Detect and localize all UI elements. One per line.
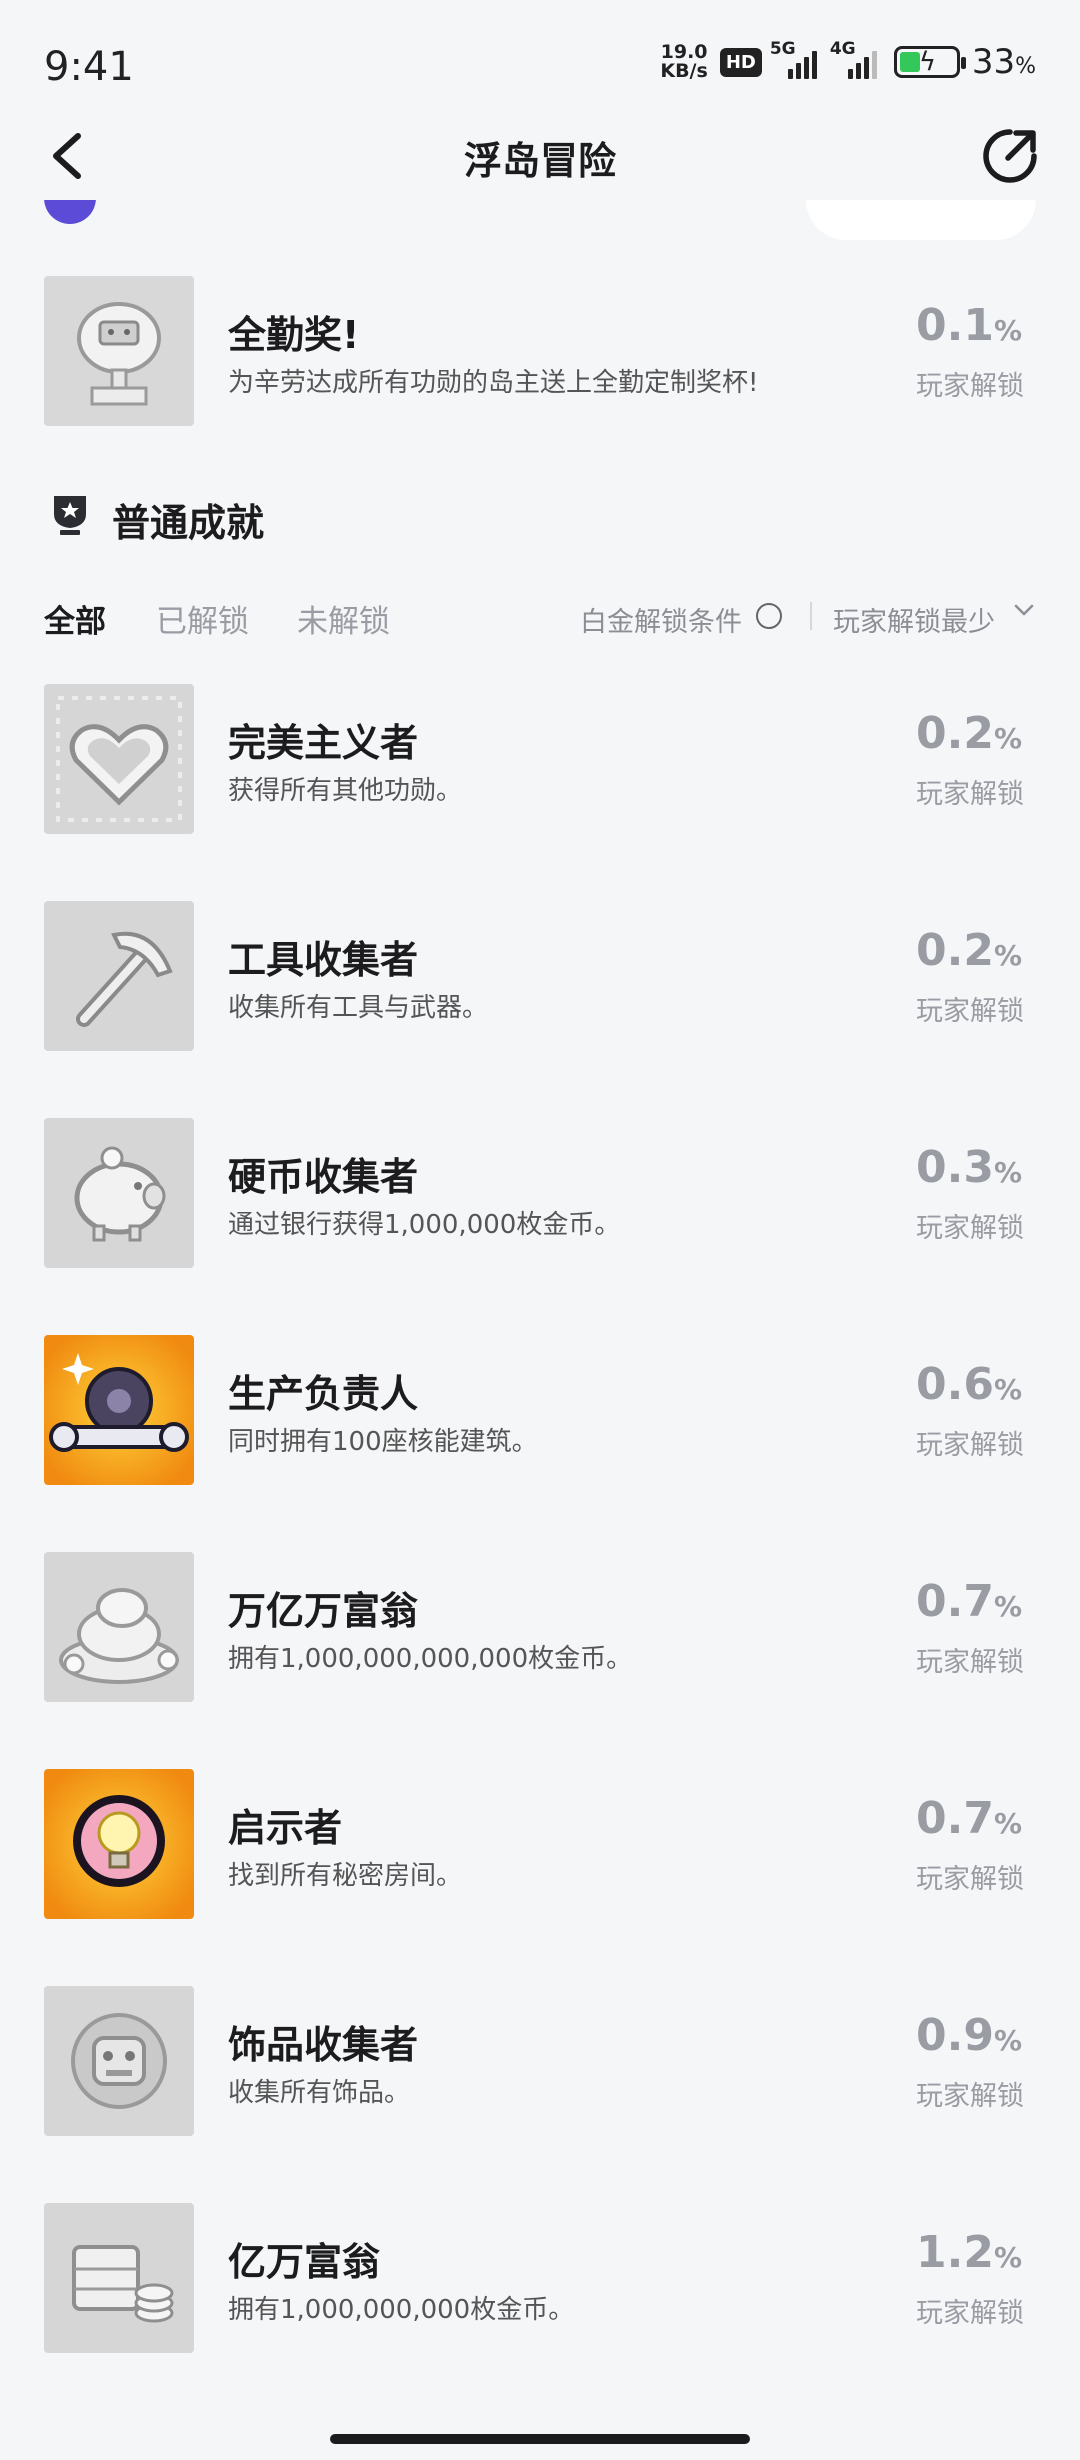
achievement-row[interactable]: 亿万富翁 拥有1,000,000,000枚金币。 1.2% 玩家解锁 <box>0 2203 1080 2353</box>
unlock-label: 玩家解锁 <box>916 996 1024 1027</box>
gear-wrench-icon <box>44 1335 194 1485</box>
unlock-percent: 0.2% <box>915 708 1022 759</box>
platinum-condition-radio[interactable] <box>756 603 782 629</box>
coin-pile-icon <box>44 1552 194 1702</box>
pickaxe-icon <box>44 901 194 1051</box>
trophy-icon <box>54 496 86 535</box>
page-title: 浮岛冒险 <box>463 139 616 183</box>
chevron-down-icon[interactable] <box>1012 598 1036 622</box>
unlock-percent: 0.1% <box>915 300 1022 351</box>
signal-5g-icon: 5G <box>770 39 822 79</box>
filter-bar: 全部 已解锁 未解锁 白金解锁条件 玩家解锁最少 <box>0 590 1080 642</box>
achievement-desc: 收集所有工具与武器。 <box>228 993 489 1023</box>
achievement-row[interactable]: 饰品收集者 收集所有饰品。 0.9% 玩家解锁 <box>0 1986 1080 2136</box>
unlock-label: 玩家解锁 <box>916 371 1024 402</box>
status-icons: 19.0 KB/s HD 5G 4G ϟ 33% <box>660 39 1036 82</box>
achievement-row[interactable]: 生产负责人 同时拥有100座核能建筑。 0.6% 玩家解锁 <box>0 1335 1080 1485</box>
tab-unlocked[interactable]: 已解锁 <box>156 596 249 641</box>
heart-trophy-icon <box>44 684 194 834</box>
network-speed: 19.0 KB/s <box>660 41 708 82</box>
status-time: 9:41 <box>44 44 134 90</box>
unlock-label: 玩家解锁 <box>916 779 1024 810</box>
achievement-row[interactable]: 硬币收集者 通过银行获得1,000,000枚金币。 0.3% 玩家解锁 <box>0 1118 1080 1268</box>
achievement-title: 工具收集者 <box>228 938 419 982</box>
unlock-percent: 0.2% <box>915 925 1022 976</box>
achievement-title: 饰品收集者 <box>228 2023 419 2067</box>
achievement-row[interactable]: 万亿万富翁 拥有1,000,000,000,000枚金币。 0.7% 玩家解锁 <box>0 1552 1080 1702</box>
unlock-percent: 1.2% <box>915 2227 1022 2278</box>
platinum-section-header-partial <box>0 200 1080 240</box>
tab-all[interactable]: 全部 <box>44 596 106 641</box>
platinum-condition-toggle-label[interactable]: 白金解锁条件 <box>580 600 742 639</box>
achievement-title: 全勤奖! <box>228 313 360 357</box>
platinum-achievement-row[interactable]: 全勤奖! 为辛劳达成所有功勋的岛主送上全勤定制奖杯! 0.1% 玩家解锁 <box>0 276 1080 426</box>
achievement-desc: 拥有1,000,000,000枚金币。 <box>228 2295 575 2325</box>
silver-trophy-icon <box>44 276 194 426</box>
share-icon[interactable] <box>980 126 1040 186</box>
achievement-title: 万亿万富翁 <box>228 1589 419 1633</box>
unlock-percent: 0.9% <box>915 2010 1022 2061</box>
achievement-title: 硬币收集者 <box>228 1155 419 1199</box>
battery-percent: 33% <box>971 42 1036 82</box>
achievement-title: 启示者 <box>228 1806 343 1850</box>
nav-bar: 浮岛冒险 <box>0 110 1080 200</box>
unlock-label: 玩家解锁 <box>916 1864 1024 1895</box>
achievement-title: 亿万富翁 <box>228 2240 381 2284</box>
section-header: 普通成就 <box>0 488 1080 545</box>
achievement-row[interactable]: 工具收集者 收集所有工具与武器。 0.2% 玩家解锁 <box>0 901 1080 1051</box>
unlock-percent: 0.3% <box>915 1142 1022 1193</box>
unlock-label: 玩家解锁 <box>916 2298 1024 2329</box>
achievement-title: 生产负责人 <box>228 1372 419 1416</box>
achievement-row[interactable]: 启示者 找到所有秘密房间。 0.7% 玩家解锁 <box>0 1769 1080 1919</box>
unlock-percent: 0.7% <box>915 1576 1022 1627</box>
unlock-pill[interactable] <box>806 200 1036 240</box>
platinum-medal-icon <box>44 200 96 224</box>
coin-stack-icon <box>44 2203 194 2353</box>
hd-icon: HD <box>719 47 762 77</box>
achievement-title: 完美主义者 <box>228 721 419 765</box>
achievement-row[interactable]: 完美主义者 获得所有其他功勋。 0.2% 玩家解锁 <box>0 684 1080 834</box>
piggy-bank-icon <box>44 1118 194 1268</box>
achievement-desc: 获得所有其他功勋。 <box>228 776 463 806</box>
achievement-desc: 通过银行获得1,000,000枚金币。 <box>228 1210 621 1240</box>
signal-4g-icon: 4G <box>830 39 882 79</box>
lightbulb-icon <box>44 1769 194 1919</box>
unlock-label: 玩家解锁 <box>916 2081 1024 2112</box>
achievement-desc: 拥有1,000,000,000,000枚金币。 <box>228 1644 633 1674</box>
achievement-desc: 找到所有秘密房间。 <box>228 1861 463 1891</box>
achievement-desc: 为辛劳达成所有功勋的岛主送上全勤定制奖杯! <box>228 368 759 398</box>
tab-locked[interactable]: 未解锁 <box>297 596 390 641</box>
trinket-icon <box>44 1986 194 2136</box>
unlock-percent: 0.7% <box>915 1793 1022 1844</box>
unlock-label: 玩家解锁 <box>916 1647 1024 1678</box>
sort-dropdown[interactable]: 玩家解锁最少 <box>833 600 995 639</box>
section-title: 普通成就 <box>112 501 265 545</box>
achievement-desc: 收集所有饰品。 <box>228 2078 411 2108</box>
home-indicator[interactable] <box>330 2434 750 2444</box>
divider <box>810 602 812 630</box>
unlock-label: 玩家解锁 <box>916 1213 1024 1244</box>
unlock-label: 玩家解锁 <box>916 1430 1024 1461</box>
battery-icon: ϟ <box>893 46 966 78</box>
achievement-desc: 同时拥有100座核能建筑。 <box>228 1427 538 1457</box>
unlock-percent: 0.6% <box>915 1359 1022 1410</box>
